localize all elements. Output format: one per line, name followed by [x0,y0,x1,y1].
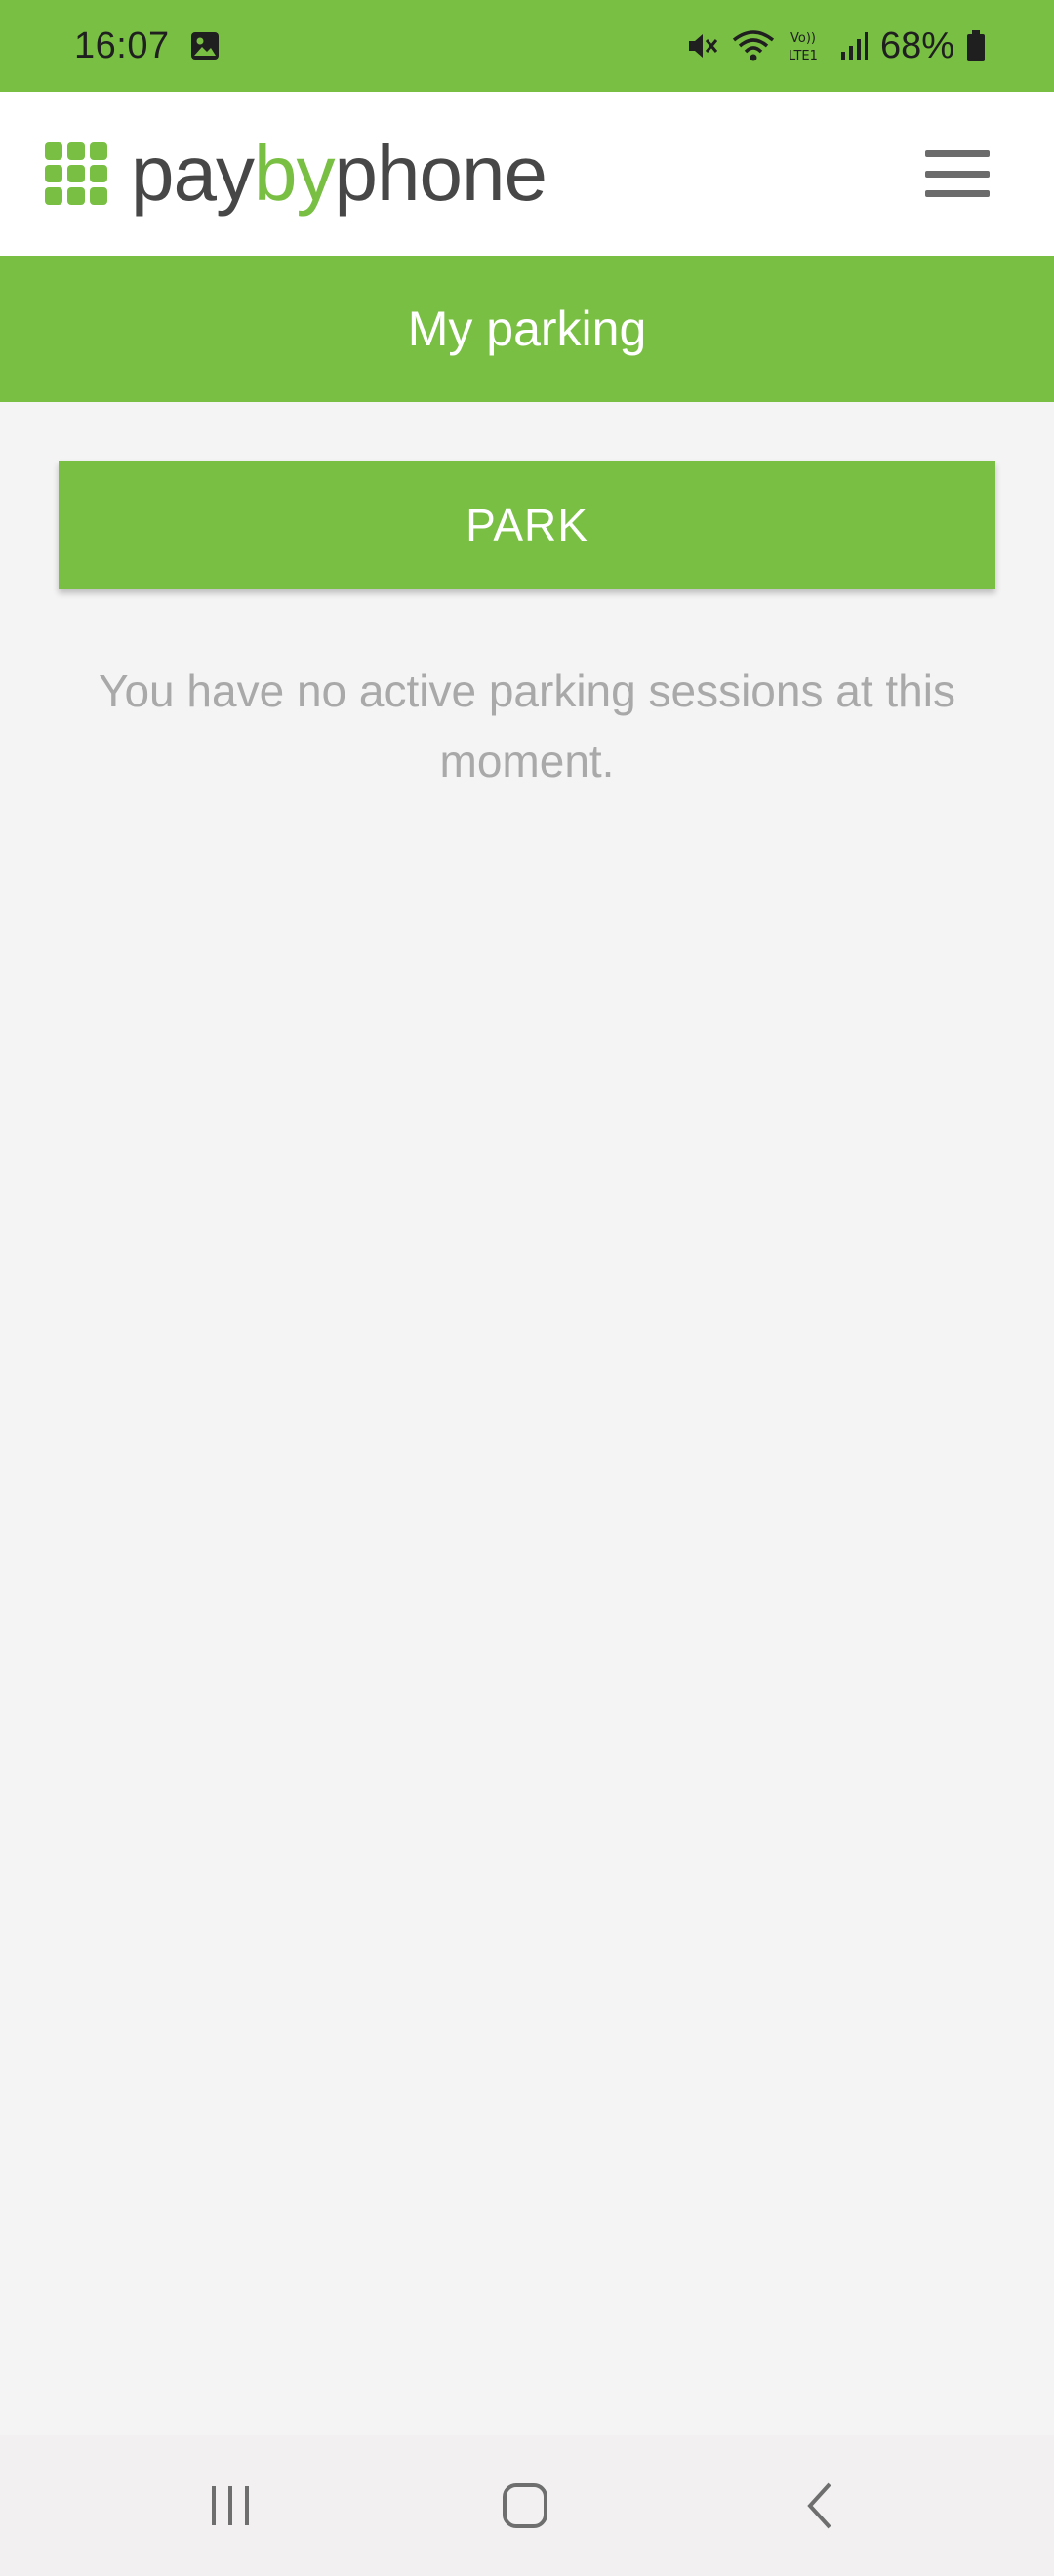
logo-wordmark: paybyphone [131,135,547,213]
logo-pay: pay [131,130,255,217]
mute-icon [685,28,720,63]
status-bar: 16:07 Vo)) LTE1 68% [0,0,1054,92]
battery-icon [966,29,986,62]
logo-by: by [253,130,335,217]
keypad-logo-icon [45,142,107,205]
battery-percentage: 68% [879,24,954,66]
wifi-icon [732,28,775,63]
empty-state-message: You have no active parking sessions at t… [99,665,955,786]
svg-text:LTE1: LTE1 [789,49,818,63]
home-icon[interactable] [457,2435,593,2576]
page-title: My parking [407,302,647,356]
app-header: paybyphone [0,92,1054,256]
status-time: 16:07 [74,24,170,66]
status-right: Vo)) LTE1 68% [685,0,986,92]
gallery-icon [189,30,221,61]
hamburger-menu-icon[interactable] [925,150,990,197]
status-left: 16:07 [74,0,221,92]
recents-icon[interactable] [162,2435,299,2576]
svg-text:Vo)): Vo)) [790,31,816,46]
back-icon[interactable] [751,2435,888,2576]
title-band: My parking [0,256,1054,402]
system-nav-bar [0,2435,1054,2576]
signal-icon [839,30,869,61]
logo-phone: phone [334,130,547,217]
volte-icon: Vo)) LTE1 [787,28,828,63]
park-button[interactable]: PARK [59,461,995,589]
paybyphone-logo[interactable]: paybyphone [45,92,547,256]
